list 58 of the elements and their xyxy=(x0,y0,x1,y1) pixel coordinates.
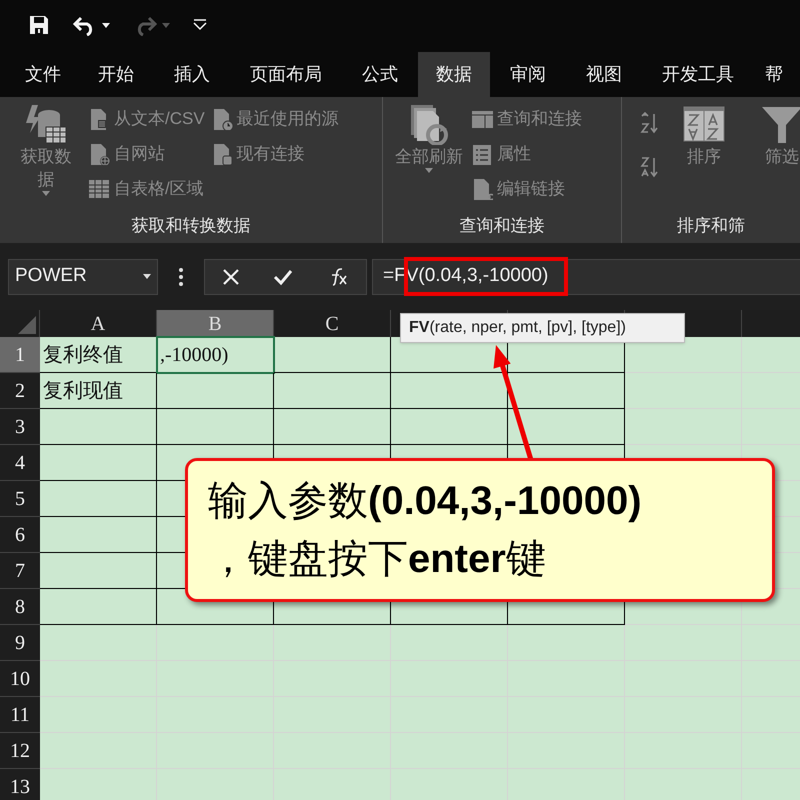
database-icon[interactable] xyxy=(24,103,68,145)
ribbon-tab[interactable]: 视图 xyxy=(566,52,642,97)
row-header[interactable]: 9 xyxy=(0,625,40,661)
close-icon[interactable] xyxy=(222,268,240,286)
ribbon-tab[interactable]: 页面布局 xyxy=(230,52,342,97)
callout-text: ，键盘按下enter键 xyxy=(208,535,547,584)
table-cell[interactable] xyxy=(40,589,157,625)
ribbon-tab[interactable]: 插入 xyxy=(154,52,230,97)
customize-icon[interactable] xyxy=(192,18,208,32)
table-cell[interactable] xyxy=(391,409,508,445)
more-options-icon[interactable] xyxy=(179,268,183,286)
table-cell[interactable] xyxy=(40,481,157,517)
ribbon-tab[interactable]: 开发工具 xyxy=(642,52,754,97)
save-icon[interactable] xyxy=(28,14,50,36)
ribbon-tab[interactable]: 文件 xyxy=(8,52,78,97)
table-cell[interactable] xyxy=(40,445,157,481)
ribbon-tab[interactable]: 公式 xyxy=(342,52,418,97)
column-header[interactable]: B xyxy=(157,310,274,337)
table-cell[interactable] xyxy=(40,517,157,553)
row-header[interactable]: 3 xyxy=(0,409,40,445)
callout-text: 输入参数(0.04,3,-10000) xyxy=(208,477,643,526)
table-cell[interactable]: ,-10000) xyxy=(157,337,274,373)
row-header[interactable]: 10 xyxy=(0,661,40,697)
ribbon-tab[interactable]: 开始 xyxy=(78,52,154,97)
ribbon-tab[interactable]: 数据 xyxy=(418,52,490,97)
table-cell[interactable] xyxy=(40,553,157,589)
ribbon-group-label: 查询和连接 xyxy=(458,215,546,237)
checkmark-icon[interactable] xyxy=(273,268,294,286)
row-header[interactable]: 11 xyxy=(0,697,40,733)
table-cell[interactable]: 复利现值 xyxy=(40,373,157,409)
ribbon-group-label: 获取和转换数据 xyxy=(130,215,252,237)
table-cell[interactable] xyxy=(508,373,625,409)
table-cell[interactable] xyxy=(391,373,508,409)
row-header[interactable]: 12 xyxy=(0,733,40,769)
ribbon-group-label: 排序和筛 xyxy=(676,215,746,237)
row-header[interactable]: 1 xyxy=(0,337,40,373)
table-cell[interactable] xyxy=(157,409,274,445)
table-cell[interactable]: 复利终值 xyxy=(40,337,157,373)
dropdown-caret-icon[interactable] xyxy=(143,274,151,279)
table-cell[interactable] xyxy=(274,373,391,409)
row-header[interactable]: 4 xyxy=(0,445,40,481)
table-cell[interactable] xyxy=(40,409,157,445)
select-all-corner-icon[interactable] xyxy=(18,316,36,334)
function-tooltip: FV(rate, nper, pmt, [pv], [type]) xyxy=(400,313,685,343)
ribbon-tab[interactable]: 审阅 xyxy=(490,52,566,97)
table-cell[interactable] xyxy=(157,373,274,409)
table-cell[interactable] xyxy=(274,409,391,445)
row-header[interactable]: 7 xyxy=(0,553,40,589)
row-header[interactable]: 2 xyxy=(0,373,40,409)
row-header[interactable]: 13 xyxy=(0,769,40,800)
row-header[interactable]: 8 xyxy=(0,589,40,625)
table-cell[interactable] xyxy=(274,337,391,373)
name-box[interactable]: POWER xyxy=(8,258,158,294)
caret-icon[interactable] xyxy=(102,22,110,28)
row-header[interactable]: 5 xyxy=(0,481,40,517)
table-cell[interactable] xyxy=(508,409,625,445)
row-header[interactable]: 6 xyxy=(0,517,40,553)
ribbon-tab[interactable]: 帮 xyxy=(754,52,794,97)
